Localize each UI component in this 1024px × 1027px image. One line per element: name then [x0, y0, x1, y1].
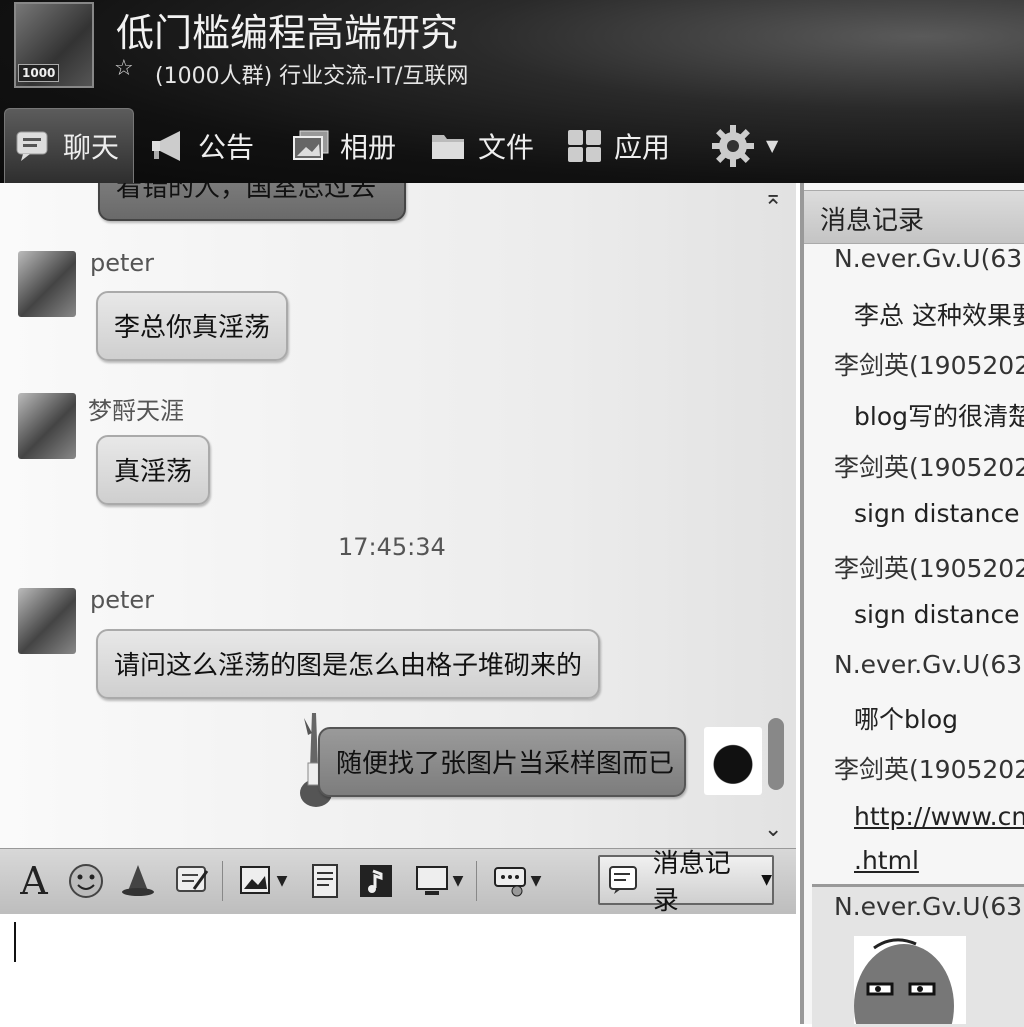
history-sender: N.ever.Gv.U(6311 — [834, 244, 1024, 273]
history-message: 李总 这种效果要 — [854, 301, 1024, 330]
group-category: (1000人群) 行业交流-IT/互联网 — [155, 64, 469, 89]
chevron-down-icon: ▼ — [766, 136, 779, 155]
history-panel-title: 消息记录 — [820, 206, 925, 236]
album-icon — [292, 129, 330, 163]
toolbar-divider — [222, 861, 223, 901]
emoji-icon[interactable] — [66, 859, 106, 903]
screenshot-button[interactable]: ▼ — [232, 859, 294, 903]
chevron-down-icon: ▼ — [276, 873, 288, 889]
message-history-label: 消息记录 — [652, 849, 731, 916]
message-text: 看错的人，国室总过去 — [116, 183, 377, 203]
toolbar-divider — [476, 861, 477, 901]
tab-label: 文件 — [478, 130, 535, 164]
message-bubble: 李总你真淫荡 — [96, 291, 289, 361]
history-link[interactable]: .html — [854, 846, 919, 875]
more-tools-button[interactable]: ▼ — [486, 859, 548, 903]
message-text: 李总你真淫荡 — [114, 313, 271, 343]
message-bubble-own: 随便找了张图片当采样图而已 — [318, 727, 686, 797]
tab-label: 聊天 — [63, 131, 120, 164]
chat-scrollbar-thumb[interactable] — [768, 718, 784, 790]
history-sender: 李剑英(1905202) — [834, 453, 1024, 482]
chevron-down-icon: ▼ — [530, 873, 542, 889]
avatar[interactable] — [18, 251, 76, 317]
apps-icon — [566, 129, 604, 163]
tab-files[interactable]: 文件 — [430, 108, 534, 183]
chevron-down-icon: ▼ — [452, 873, 464, 889]
history-sender: 李剑英(1905202) — [834, 351, 1024, 380]
avatar[interactable] — [18, 588, 76, 654]
folder-icon — [430, 129, 468, 163]
history-link[interactable]: http://www.cn — [854, 802, 1024, 831]
tab-bar: 聊天 公告 相册 文件 应用 ▼ — [0, 108, 1024, 183]
history-sender: N.ever.Gv.U(6311 — [834, 892, 1024, 921]
sender-name: peter — [90, 249, 155, 277]
history-icon — [608, 865, 643, 895]
sender-name: 梦酹天涯 — [88, 397, 184, 425]
font-icon[interactable]: A — [14, 859, 54, 903]
history-sender: 李剑英(1905202) — [834, 554, 1024, 583]
group-title: 低门槛编程高端研究 — [116, 11, 459, 55]
history-sender: 李剑英(1905202) — [834, 755, 1024, 784]
message-bubble: 真淫荡 — [96, 435, 211, 505]
avatar[interactable] — [18, 393, 76, 459]
message-text: 真淫荡 — [114, 457, 193, 487]
collapse-down-icon[interactable]: ⌄ — [764, 817, 782, 842]
message-timestamp: 17:45:34 — [338, 533, 446, 561]
own-avatar[interactable] — [704, 727, 762, 795]
history-message: 哪个blog — [854, 705, 958, 734]
message-bubble: 看错的人，国室总过去 — [98, 183, 406, 221]
sticker-image — [854, 936, 966, 1024]
group-avatar[interactable]: 1000 — [14, 2, 94, 88]
tab-announcement[interactable]: 公告 — [150, 108, 254, 183]
history-message: sign distance f — [854, 600, 1024, 629]
tab-apps[interactable]: 应用 — [566, 108, 670, 183]
sender-name: peter — [90, 586, 155, 614]
message-input[interactable] — [0, 914, 800, 1024]
tab-label: 公告 — [198, 130, 255, 164]
tab-chat[interactable]: 聊天 — [4, 108, 134, 183]
magic-hat-icon[interactable] — [118, 859, 158, 903]
megaphone-icon — [150, 129, 188, 163]
message-bubble: 请问这么淫荡的图是怎么由格子堆砌来的 — [96, 629, 601, 699]
tab-label: 应用 — [614, 130, 671, 164]
settings-menu[interactable]: ▼ — [710, 108, 778, 183]
message-history-button[interactable]: 消息记录 ▼ — [598, 849, 774, 916]
document-icon[interactable] — [306, 859, 346, 903]
star-icon[interactable]: ☆ — [114, 56, 134, 81]
music-icon[interactable] — [356, 859, 396, 903]
chevron-down-icon: ▼ — [761, 872, 772, 888]
screen-share-button[interactable]: ▼ — [410, 859, 468, 903]
tab-album[interactable]: 相册 — [292, 108, 396, 183]
tab-label: 相册 — [340, 130, 397, 164]
collapse-up-icon[interactable]: ⌅ — [764, 185, 782, 210]
message-text: 随便找了张图片当采样图而已 — [336, 749, 675, 779]
note-icon[interactable] — [172, 859, 212, 903]
history-message: blog写的很清楚 — [854, 402, 1024, 431]
group-header: 1000 低门槛编程高端研究 ☆ (1000人群) 行业交流-IT/互联网 聊天… — [0, 0, 1024, 183]
chat-icon — [15, 129, 53, 163]
chat-message-area[interactable]: 看错的人，国室总过去 ⌅ peter 李总你真淫荡 梦酹天涯 真淫荡 17:45… — [0, 183, 796, 848]
message-text: 请问这么淫荡的图是怎么由格子堆砌来的 — [114, 651, 583, 681]
text-caret — [14, 922, 16, 962]
history-message: sign distance f — [854, 499, 1024, 528]
member-count-badge: 1000 — [18, 64, 60, 82]
input-toolbar: A ▼ ▼ ▼ 消息记录 ▼ — [0, 848, 796, 916]
history-sender: N.ever.Gv.U(6311 — [834, 650, 1024, 679]
gear-icon — [710, 123, 756, 169]
